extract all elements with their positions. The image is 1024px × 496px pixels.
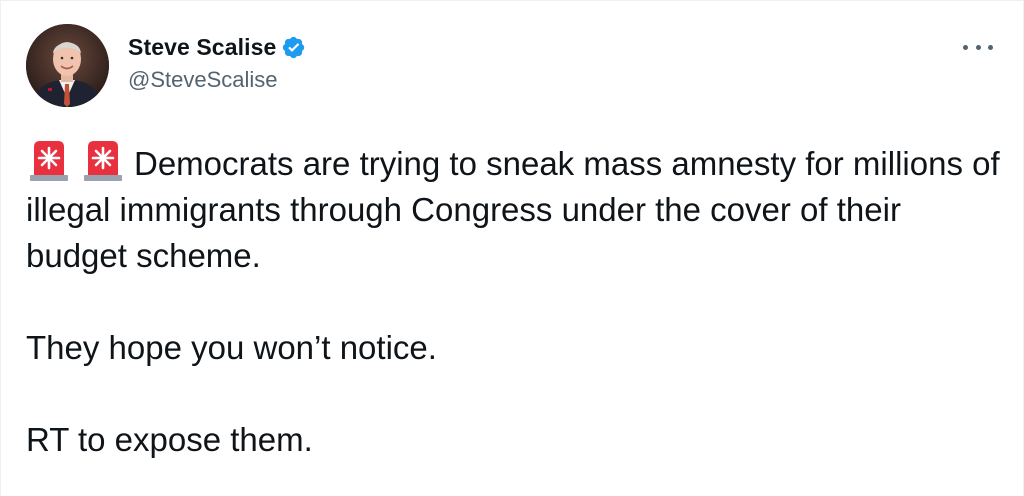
tweet-text: Democrats are trying to sneak mass amnes… — [26, 137, 1001, 463]
tweet-card[interactable]: Steve Scalise @SteveScalise Democrats ar… — [0, 0, 1024, 496]
tweet-paragraph: RT to expose them. — [26, 421, 313, 458]
author-handle[interactable]: @SteveScalise — [128, 67, 278, 93]
author-name-row: Steve Scalise — [128, 30, 306, 64]
verified-badge-icon — [281, 35, 306, 60]
tweet-paragraph: Democrats are trying to sneak mass amnes… — [26, 137, 1001, 279]
avatar[interactable] — [26, 24, 109, 107]
more-options-icon[interactable] — [963, 37, 993, 57]
police-car-light-icon — [80, 137, 126, 183]
police-car-light-icon — [26, 137, 72, 183]
display-name[interactable]: Steve Scalise — [128, 34, 276, 61]
tweet-paragraph: They hope you won’t notice. — [26, 329, 437, 366]
tweet-paragraph-text: Democrats are trying to sneak mass amnes… — [26, 145, 1000, 274]
